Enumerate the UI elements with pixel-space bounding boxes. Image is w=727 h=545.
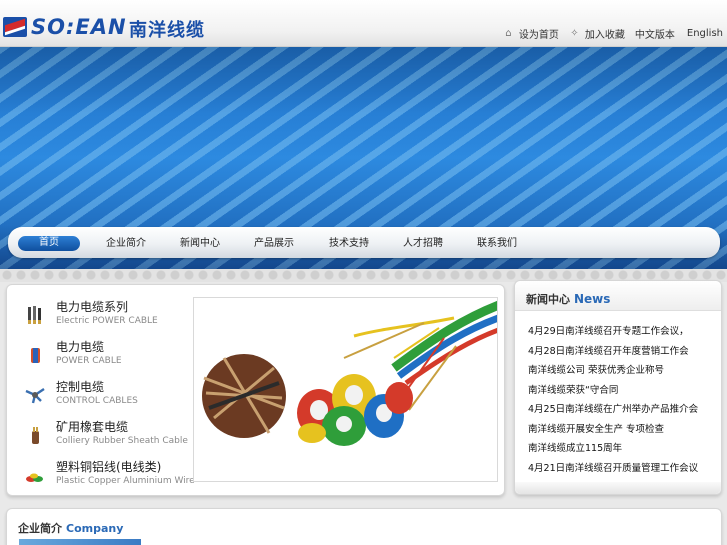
news-item[interactable]: 4月21日南洋线缆召开质量管理工作会议 — [528, 459, 698, 479]
logo-text-cn: 南洋线缆 — [129, 20, 205, 41]
product-item[interactable]: 塑料铜铝线(电线类) Plastic Copper Aluminium Wire — [19, 457, 204, 497]
news-item[interactable]: 南洋线缆荣获“守合同 — [528, 381, 698, 401]
news-panel: 新闻中心 News 4月29日南洋线缆召开专题工作会议， 4月28日南洋线缆召开年… — [514, 280, 722, 495]
nav-item-home[interactable]: 首页 — [18, 236, 80, 251]
english-label: English — [686, 28, 723, 39]
company-panel: 企业简介 Company — [6, 508, 722, 545]
company-image — [19, 539, 141, 545]
product-name-cn: 矿用橡套电缆 — [56, 420, 129, 434]
company-title-en[interactable]: Company — [66, 522, 123, 535]
product-list: 电力电缆系列 Electric POWER CABLE 电力电缆 POWER C… — [19, 297, 204, 497]
news-item[interactable]: 南洋线缆开展安全生产 专项检查 — [528, 420, 698, 440]
product-item[interactable]: 控制电缆 CONTROL CABLES — [19, 377, 204, 417]
cable-coil-icon — [31, 348, 40, 363]
product-name-en: Electric POWER CABLE — [56, 316, 158, 326]
product-name-cn: 控制电缆 — [56, 380, 105, 394]
nav-item-jobs[interactable]: 人才招聘 — [393, 237, 453, 251]
news-item[interactable]: 4月25日南洋线缆在广州举办产品推介会 — [528, 400, 698, 420]
nav-item-news[interactable]: 新闻中心 — [170, 237, 230, 251]
news-title-cn: 新闻中心 — [526, 293, 570, 306]
control-cable-icon — [25, 388, 45, 404]
main-nav: 首页 企业简介 新闻中心 产品展示 技术支持 人才招聘 联系我们 — [8, 227, 720, 258]
nav-item-about[interactable]: 企业简介 — [96, 237, 156, 251]
product-item[interactable]: 矿用橡套电缆 Colliery Rubber Sheath Cable — [19, 417, 204, 457]
add-favorite-link[interactable]: ✧ 加入收藏 — [569, 26, 625, 41]
nav-item-support[interactable]: 技术支持 — [319, 237, 379, 251]
news-footer — [515, 482, 721, 494]
english-link[interactable]: English — [687, 28, 723, 39]
cable-photo-image — [202, 300, 497, 446]
logo[interactable]: SO:EAN 南洋线缆 — [3, 15, 218, 41]
product-name-cn: 塑料铜铝线(电线类) — [56, 460, 162, 474]
wire-icon — [26, 473, 43, 482]
add-favorite-label: 加入收藏 — [584, 30, 625, 41]
news-item[interactable]: 南洋线缆成立115周年 — [528, 439, 698, 459]
product-panel: 电力电缆系列 Electric POWER CABLE 电力电缆 POWER C… — [6, 284, 505, 496]
chinese-version-label: 中文版本 — [634, 30, 675, 41]
logo-text-en: SO:EAN — [31, 15, 127, 39]
news-title: 新闻中心 News — [526, 291, 610, 307]
nav-item-products[interactable]: 产品展示 — [244, 237, 304, 251]
product-name-en: POWER CABLE — [56, 356, 122, 366]
product-name-en: CONTROL CABLES — [56, 396, 138, 406]
news-title-en[interactable]: News — [574, 292, 610, 306]
news-item[interactable]: 4月29日南洋线缆召开专题工作会议， — [528, 322, 698, 342]
news-item[interactable]: 4月28日南洋线缆召开年度营销工作会 — [528, 342, 698, 362]
rubber-cable-icon — [32, 427, 39, 444]
bookmark-icon: ✧ — [570, 27, 579, 39]
product-photo — [193, 297, 498, 482]
set-homepage-label: 设为首页 — [518, 30, 559, 41]
news-header: 新闻中心 News — [515, 281, 721, 311]
news-list: 4月29日南洋线缆召开专题工作会议， 4月28日南洋线缆召开年度营销工作会 南洋… — [528, 322, 698, 478]
product-name-en: Colliery Rubber Sheath Cable — [56, 436, 188, 446]
product-item[interactable]: 电力电缆 POWER CABLE — [19, 337, 204, 377]
set-homepage-link[interactable]: ⌂ 设为首页 — [503, 26, 559, 41]
logo-mark-icon — [3, 17, 27, 37]
company-title: 企业简介 Company — [18, 520, 123, 536]
news-item[interactable]: 南洋线缆公司 荣获优秀企业称号 — [528, 361, 698, 381]
product-item[interactable]: 电力电缆系列 Electric POWER CABLE — [19, 297, 204, 337]
product-name-cn: 电力电缆系列 — [56, 300, 129, 314]
site-header: SO:EAN 南洋线缆 ⌂ 设为首页 ✧ 加入收藏 中文版本 English — [0, 0, 727, 47]
product-name-en: Plastic Copper Aluminium Wire — [56, 476, 195, 486]
chinese-version-link[interactable]: 中文版本 — [635, 26, 675, 41]
company-title-cn: 企业简介 — [18, 522, 62, 535]
top-links: ⌂ 设为首页 ✧ 加入收藏 中文版本 English — [493, 26, 723, 41]
home-icon: ⌂ — [505, 27, 512, 39]
product-name-cn: 电力电缆 — [56, 340, 105, 354]
power-cable-icon — [28, 306, 41, 324]
nav-item-contact[interactable]: 联系我们 — [467, 237, 527, 251]
